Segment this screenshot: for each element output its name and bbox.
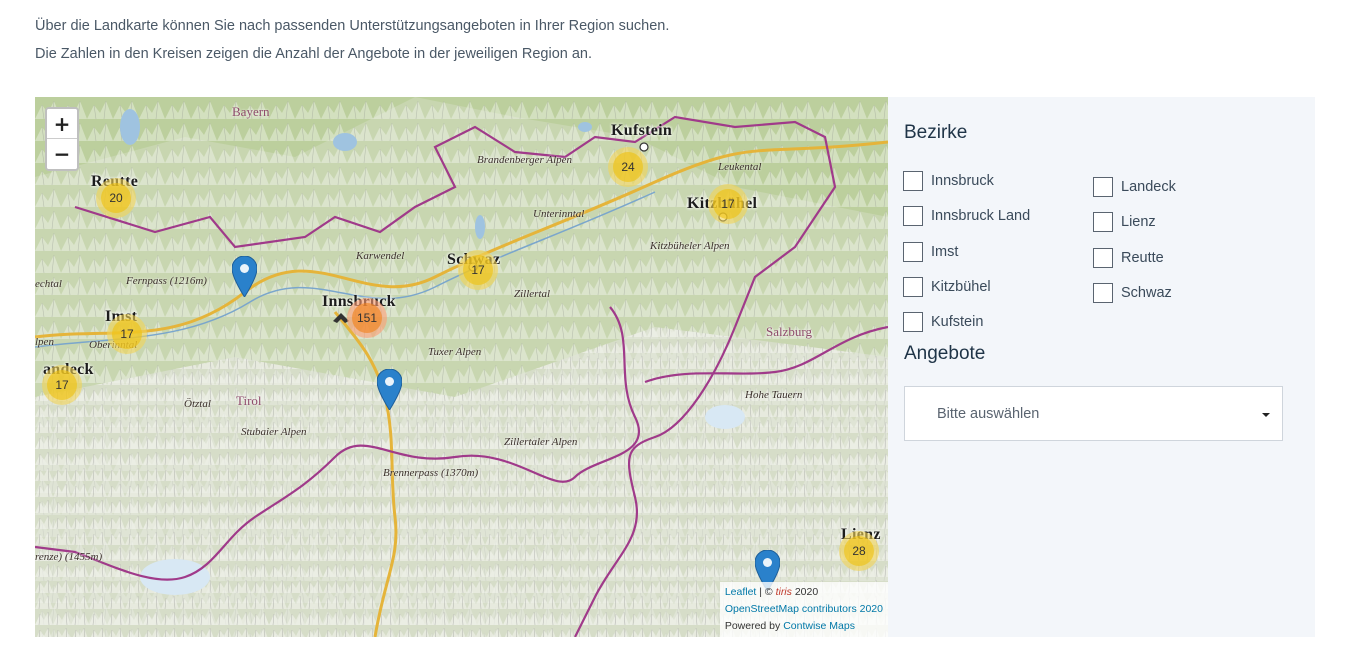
zoom-out-button[interactable]: − xyxy=(47,139,77,169)
bezirke-heading: Bezirke xyxy=(904,122,968,143)
map[interactable]: Bayern Kufstein Reutte Kitzbühel Schwaz … xyxy=(35,97,888,637)
checkbox-label: Landeck xyxy=(1121,179,1176,195)
checkbox-imst[interactable]: Imst xyxy=(903,242,958,262)
cluster-count: 24 xyxy=(613,152,643,182)
cluster-count: 151 xyxy=(352,303,382,333)
cluster-count: 17 xyxy=(112,319,142,349)
checkbox-innsbruck[interactable]: Innsbruck xyxy=(903,171,994,191)
checkbox-box[interactable] xyxy=(1093,177,1113,197)
caret-down-icon xyxy=(1262,413,1270,417)
checkbox-label: Imst xyxy=(931,244,959,260)
checkbox-label: Innsbruck xyxy=(931,173,994,189)
cluster-marker-innsbruck[interactable]: 151 xyxy=(347,298,387,338)
zoom-control: + − xyxy=(45,107,79,171)
checkbox-kufstein[interactable]: Kufstein xyxy=(903,312,983,332)
checkbox-schwaz[interactable]: Schwaz xyxy=(1093,283,1172,303)
leaflet-link[interactable]: Leaflet xyxy=(725,586,757,598)
checkbox-label: Schwaz xyxy=(1121,285,1172,301)
attribution-year: 2020 xyxy=(791,586,819,598)
powered-by-text: Powered by xyxy=(724,620,784,632)
map-pin-icon[interactable] xyxy=(377,369,402,410)
intro-line-2: Die Zahlen in den Kreisen zeigen die Anz… xyxy=(35,46,593,62)
checkbox-box[interactable] xyxy=(903,206,923,226)
checkbox-label: Lienz xyxy=(1121,214,1156,230)
checkbox-box[interactable] xyxy=(1093,212,1113,232)
checkbox-label: Innsbruck Land xyxy=(931,208,1031,224)
checkbox-box[interactable] xyxy=(1093,248,1113,268)
cluster-count: 17 xyxy=(47,370,77,400)
checkbox-landeck[interactable]: Landeck xyxy=(1093,177,1176,197)
filter-panel: Bezirke Innsbruck Innsbruck Land Imst Ki… xyxy=(888,97,1315,637)
cluster-marker-reutte[interactable]: 20 xyxy=(96,178,136,218)
zoom-in-button[interactable]: + xyxy=(47,109,77,139)
cluster-marker-kitzbuehel[interactable]: 17 xyxy=(708,184,748,224)
map-pin-icon[interactable] xyxy=(232,256,257,297)
cluster-marker-landeck[interactable]: 17 xyxy=(42,365,82,405)
checkbox-box[interactable] xyxy=(1093,283,1113,303)
cluster-count: 17 xyxy=(713,189,743,219)
osm-link[interactable]: OpenStreetMap contributors 2020 xyxy=(725,603,883,615)
checkbox-reutte[interactable]: Reutte xyxy=(1093,248,1164,268)
cluster-marker-schwaz[interactable]: 17 xyxy=(458,250,498,290)
cluster-marker-lienz[interactable]: 28 xyxy=(839,531,879,571)
checkbox-lienz[interactable]: Lienz xyxy=(1093,212,1156,232)
angebote-select-value: Bitte auswählen xyxy=(937,405,1040,422)
cluster-marker-kufstein[interactable]: 24 xyxy=(608,147,648,187)
intro-text: Über die Landkarte können Sie nach passe… xyxy=(35,12,1035,68)
checkbox-box[interactable] xyxy=(903,277,923,297)
cluster-count: 28 xyxy=(844,536,874,566)
attribution-separator: | © xyxy=(756,586,776,598)
checkbox-box[interactable] xyxy=(903,312,923,332)
checkbox-label: Kufstein xyxy=(931,314,984,330)
cluster-count: 20 xyxy=(101,183,131,213)
checkbox-box[interactable] xyxy=(903,242,923,262)
map-attribution: Leaflet | © tiris 2020 OpenStreetMap con… xyxy=(719,582,888,637)
contwise-link[interactable]: Contwise Maps xyxy=(783,620,855,632)
tiris-credit: tiris xyxy=(775,586,792,598)
intro-line-1: Über die Landkarte können Sie nach passe… xyxy=(35,18,670,34)
cluster-marker-imst[interactable]: 17 xyxy=(107,314,147,354)
checkbox-label: Kitzbühel xyxy=(931,279,991,295)
cluster-count: 17 xyxy=(463,255,493,285)
checkbox-kitzbuehel[interactable]: Kitzbühel xyxy=(903,277,991,297)
checkbox-innsbruck-land[interactable]: Innsbruck Land xyxy=(903,206,1030,226)
checkbox-box[interactable] xyxy=(903,171,923,191)
angebote-heading: Angebote xyxy=(904,343,986,364)
checkbox-label: Reutte xyxy=(1121,250,1164,266)
angebote-select[interactable]: Bitte auswählen xyxy=(904,386,1283,441)
